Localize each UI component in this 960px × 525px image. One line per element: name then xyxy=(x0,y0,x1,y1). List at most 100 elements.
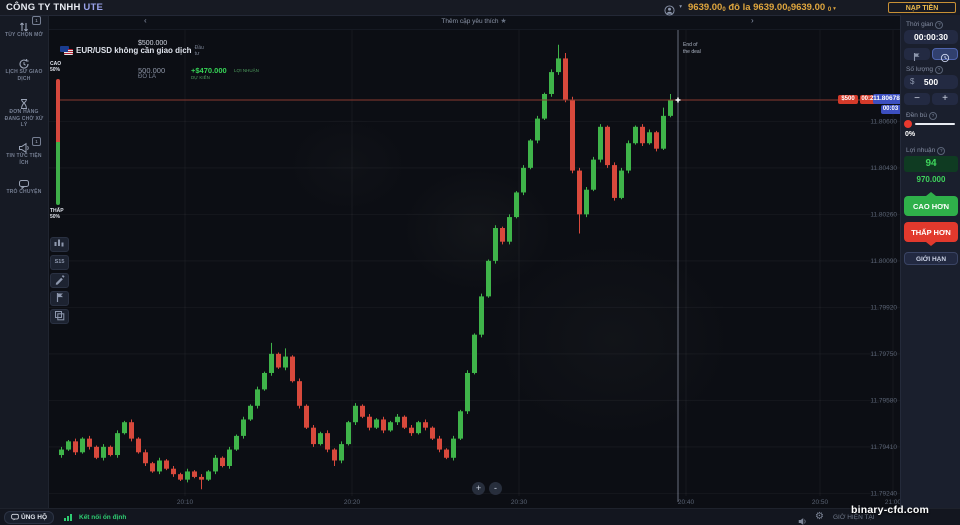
sidebar-item-news[interactable]: 1 TIN TỨC TIỆN ÍCH xyxy=(0,139,48,166)
candle-body xyxy=(241,419,246,435)
amount-value: 500 xyxy=(924,77,938,87)
open-position-stake-badge: $500 xyxy=(838,95,858,104)
candle-body xyxy=(486,261,491,297)
candle-body xyxy=(458,411,463,438)
x-axis-tick: 20:10 xyxy=(177,499,194,506)
timeframe-button[interactable]: S15 xyxy=(50,255,69,270)
candle-body xyxy=(507,217,512,242)
candle-body xyxy=(94,447,99,458)
candle-body xyxy=(542,94,547,119)
higher-button[interactable]: CAO HƠN xyxy=(904,196,958,216)
candle-body xyxy=(563,58,568,99)
sentiment-low-label: THẤP50% xyxy=(50,208,74,220)
compensation-slider-knob[interactable] xyxy=(904,120,912,128)
candle-body xyxy=(108,447,113,455)
candle-body xyxy=(248,406,253,420)
candle-body xyxy=(535,119,540,141)
timer-mode-button[interactable] xyxy=(932,48,958,60)
amount-label: Số lượng? xyxy=(906,66,943,74)
candle-body xyxy=(234,436,239,450)
candle-body xyxy=(360,406,365,417)
balance-currency: đô la xyxy=(728,2,750,13)
sentiment-low-segment xyxy=(56,142,60,205)
candle-body xyxy=(318,433,323,444)
y-axis-tick: 11.79240 xyxy=(870,490,897,497)
deal-end-label: the deal xyxy=(683,49,701,55)
user-avatar-icon xyxy=(664,5,675,16)
sentiment-bar xyxy=(56,79,60,205)
candle-body xyxy=(269,354,274,373)
zoom-in-button[interactable]: + xyxy=(472,482,485,495)
y-axis-tick: 11.80260 xyxy=(870,211,897,218)
profit-percent: 94 xyxy=(904,156,958,172)
drawing-tools-button[interactable] xyxy=(50,273,69,288)
candle-body xyxy=(325,433,330,449)
balance-third: 9639.00 xyxy=(791,2,825,13)
flag-icon xyxy=(55,292,65,303)
candle-body xyxy=(465,373,470,411)
candle-body xyxy=(185,471,190,479)
deposit-button[interactable]: NẠP TIỀN xyxy=(888,2,956,13)
lower-button[interactable]: THẤP HƠN xyxy=(904,222,958,242)
x-axis-tick: 20:50 xyxy=(812,499,829,506)
zoom-out-button[interactable]: - xyxy=(489,482,502,495)
pencil-icon xyxy=(54,274,65,285)
candle-body xyxy=(129,422,134,438)
compensation-slider-track[interactable] xyxy=(915,123,955,125)
settings-button[interactable]: ⚙ xyxy=(815,511,824,522)
pending-mode-button[interactable] xyxy=(904,48,930,60)
asset-selector[interactable]: EUR/USD không cần giao dịchĐầu tư xyxy=(60,46,207,57)
chart-type-button[interactable] xyxy=(50,237,69,252)
sidebar-item-open-options[interactable]: 1 TÙY CHỌN MỞ xyxy=(0,18,48,39)
candle-body xyxy=(59,450,64,455)
favorites-bar: ‹ Thêm cặp yêu thích ★ › xyxy=(48,15,900,30)
left-sidebar: 1 TÙY CHỌN MỞ LỊCH SỬ GIAO DỊCH ĐƠN HÀNG… xyxy=(0,15,49,508)
candle-body xyxy=(297,381,302,406)
candle-body xyxy=(353,406,358,422)
invest-label: Đầu tư xyxy=(195,46,207,57)
candle-body xyxy=(570,99,575,170)
amount-decrease-button[interactable]: − xyxy=(904,93,930,105)
sidebar-item-chat[interactable]: TRÒ CHUYỆN xyxy=(0,175,48,196)
chevron-right-icon[interactable]: › xyxy=(751,16,754,25)
account-menu[interactable]: ▾ xyxy=(664,2,682,13)
sidebar-item-pending-orders[interactable]: ĐƠN HÀNG ĐANG CHỜ XỬ LÝ xyxy=(0,95,48,129)
amount-increase-button[interactable]: + xyxy=(932,93,958,105)
time-input[interactable]: 00:00:30 xyxy=(904,30,958,44)
sound-button[interactable] xyxy=(798,513,807,525)
candle-body xyxy=(430,428,435,439)
add-favorite-button[interactable]: Thêm cặp yêu thích ★ xyxy=(48,17,900,25)
hourglass-icon xyxy=(0,95,48,108)
support-button[interactable]: ỦNG HỘ xyxy=(4,511,54,524)
y-axis-tick: 11.79580 xyxy=(870,397,897,404)
candle-body xyxy=(339,444,344,460)
candle-body xyxy=(374,419,379,427)
candle-body xyxy=(521,168,526,193)
layers-icon xyxy=(54,310,65,321)
indicators-button[interactable] xyxy=(50,291,69,306)
sidebar-item-trade-history[interactable]: LỊCH SỬ GIAO DỊCH xyxy=(0,55,48,82)
candle-body xyxy=(500,228,505,242)
chat-icon xyxy=(0,175,48,188)
candle-body xyxy=(556,58,561,72)
templates-button[interactable] xyxy=(50,309,69,324)
profit-amount: 970.000 xyxy=(901,175,960,184)
sentiment-high-label: CAO50% xyxy=(50,61,74,73)
currency-symbol: $ xyxy=(910,75,914,89)
brand-name: UTE xyxy=(83,2,103,13)
invest-currency: ĐÔ LA xyxy=(138,74,156,80)
balance-display[interactable]: 9639.000 đô la 9639.0009639.00 0▾ xyxy=(688,2,836,13)
amount-input[interactable]: $ 500 xyxy=(904,75,958,89)
time-label: Thời gian? xyxy=(906,21,943,29)
limit-button[interactable]: GIỚI HẠN xyxy=(904,252,958,265)
candle-body xyxy=(262,373,267,389)
candlestick-chart: 20:1020:2020:3020:4020:5021:0011.8060011… xyxy=(48,15,900,508)
candle-body xyxy=(633,127,638,143)
candle-body xyxy=(73,441,78,452)
candle-body xyxy=(612,165,617,198)
info-icon: ? xyxy=(937,147,945,155)
watermark: binary-cfd.com xyxy=(851,504,929,516)
candle-body xyxy=(367,417,372,428)
chart-type-icon xyxy=(54,239,65,248)
news-badge: 1 xyxy=(32,137,41,146)
